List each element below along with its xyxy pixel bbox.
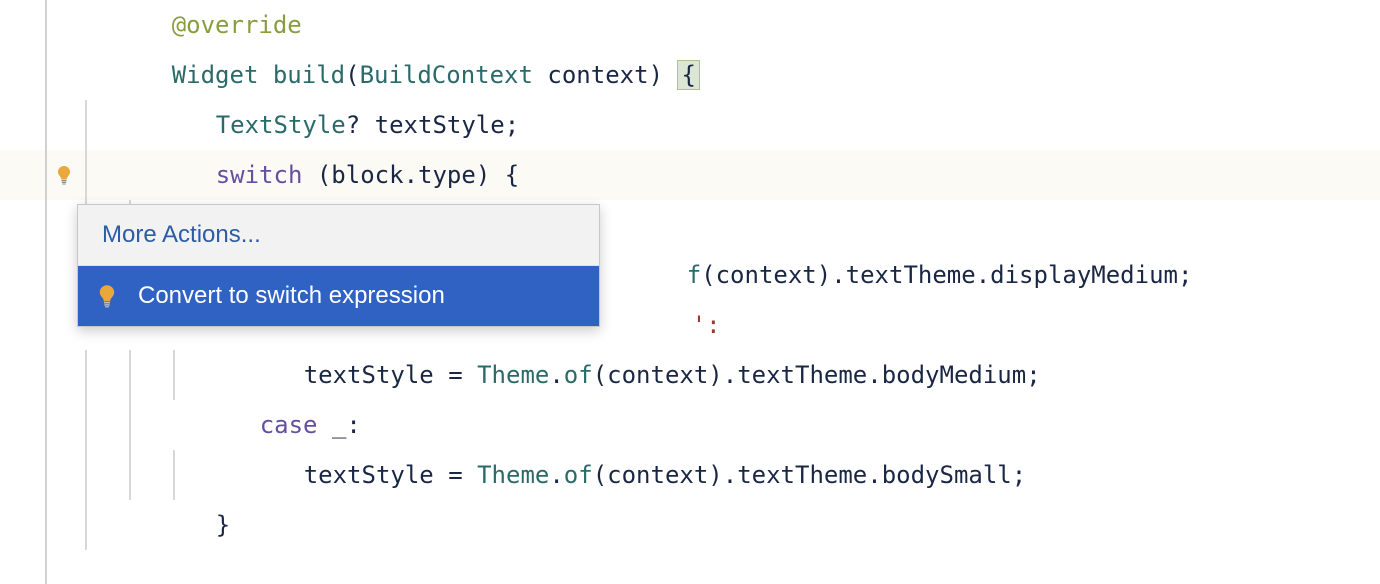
- semi: ;: [1012, 461, 1026, 489]
- keyword-switch: switch: [216, 161, 303, 189]
- close: ) {: [476, 161, 519, 189]
- dot: .: [723, 361, 737, 389]
- dot: .: [549, 361, 563, 389]
- indent-guide: [129, 400, 131, 450]
- dot: .: [867, 461, 881, 489]
- indent-guide: [85, 400, 87, 450]
- assign: textStyle =: [304, 461, 477, 489]
- switch-expr: (block: [302, 161, 403, 189]
- dot: .: [867, 361, 881, 389]
- brace-open: {: [677, 60, 699, 90]
- popup-action-label: Convert to switch expression: [138, 282, 445, 310]
- lightbulb-icon[interactable]: [55, 165, 73, 185]
- code-line-highlighted[interactable]: switch (block.type) {: [0, 150, 1380, 200]
- method-of: of: [564, 361, 593, 389]
- dot: .: [549, 461, 563, 489]
- prop: textTheme: [737, 361, 867, 389]
- indent-guide: [85, 150, 87, 200]
- space: [533, 61, 547, 89]
- prop: textTheme: [737, 461, 867, 489]
- prop: bodyMedium: [882, 361, 1027, 389]
- gutter[interactable]: [0, 165, 85, 185]
- method-of: of: [564, 461, 593, 489]
- popup-header-more-actions[interactable]: More Actions...: [78, 205, 599, 266]
- brace-close: }: [216, 511, 230, 539]
- args: (context): [593, 461, 723, 489]
- prop: bodySmall: [882, 461, 1012, 489]
- dot: .: [404, 161, 418, 189]
- indent-guide: [85, 500, 87, 550]
- lightbulb-icon: [96, 284, 118, 308]
- editor-left-guide: [45, 0, 47, 584]
- dot: .: [723, 461, 737, 489]
- indent-guide: [129, 350, 131, 400]
- code-editor: @override Widget build(BuildContext cont…: [0, 0, 1380, 584]
- indent-guide: [85, 350, 87, 400]
- type-theme: Theme: [477, 461, 549, 489]
- indent-guide: [85, 100, 87, 150]
- semi: ;: [1026, 361, 1040, 389]
- prop-type: type: [418, 161, 476, 189]
- paren-close: ): [649, 61, 678, 89]
- param-context: context: [547, 61, 648, 89]
- type-theme: Theme: [477, 361, 549, 389]
- theme-chain: (context).textTheme.displayMedium;: [701, 261, 1192, 289]
- args: (context): [593, 361, 723, 389]
- intention-actions-popup: More Actions... Convert to switch expres…: [77, 204, 600, 327]
- popup-action-convert-switch[interactable]: Convert to switch expression: [78, 266, 599, 326]
- indent-guide: [85, 450, 87, 500]
